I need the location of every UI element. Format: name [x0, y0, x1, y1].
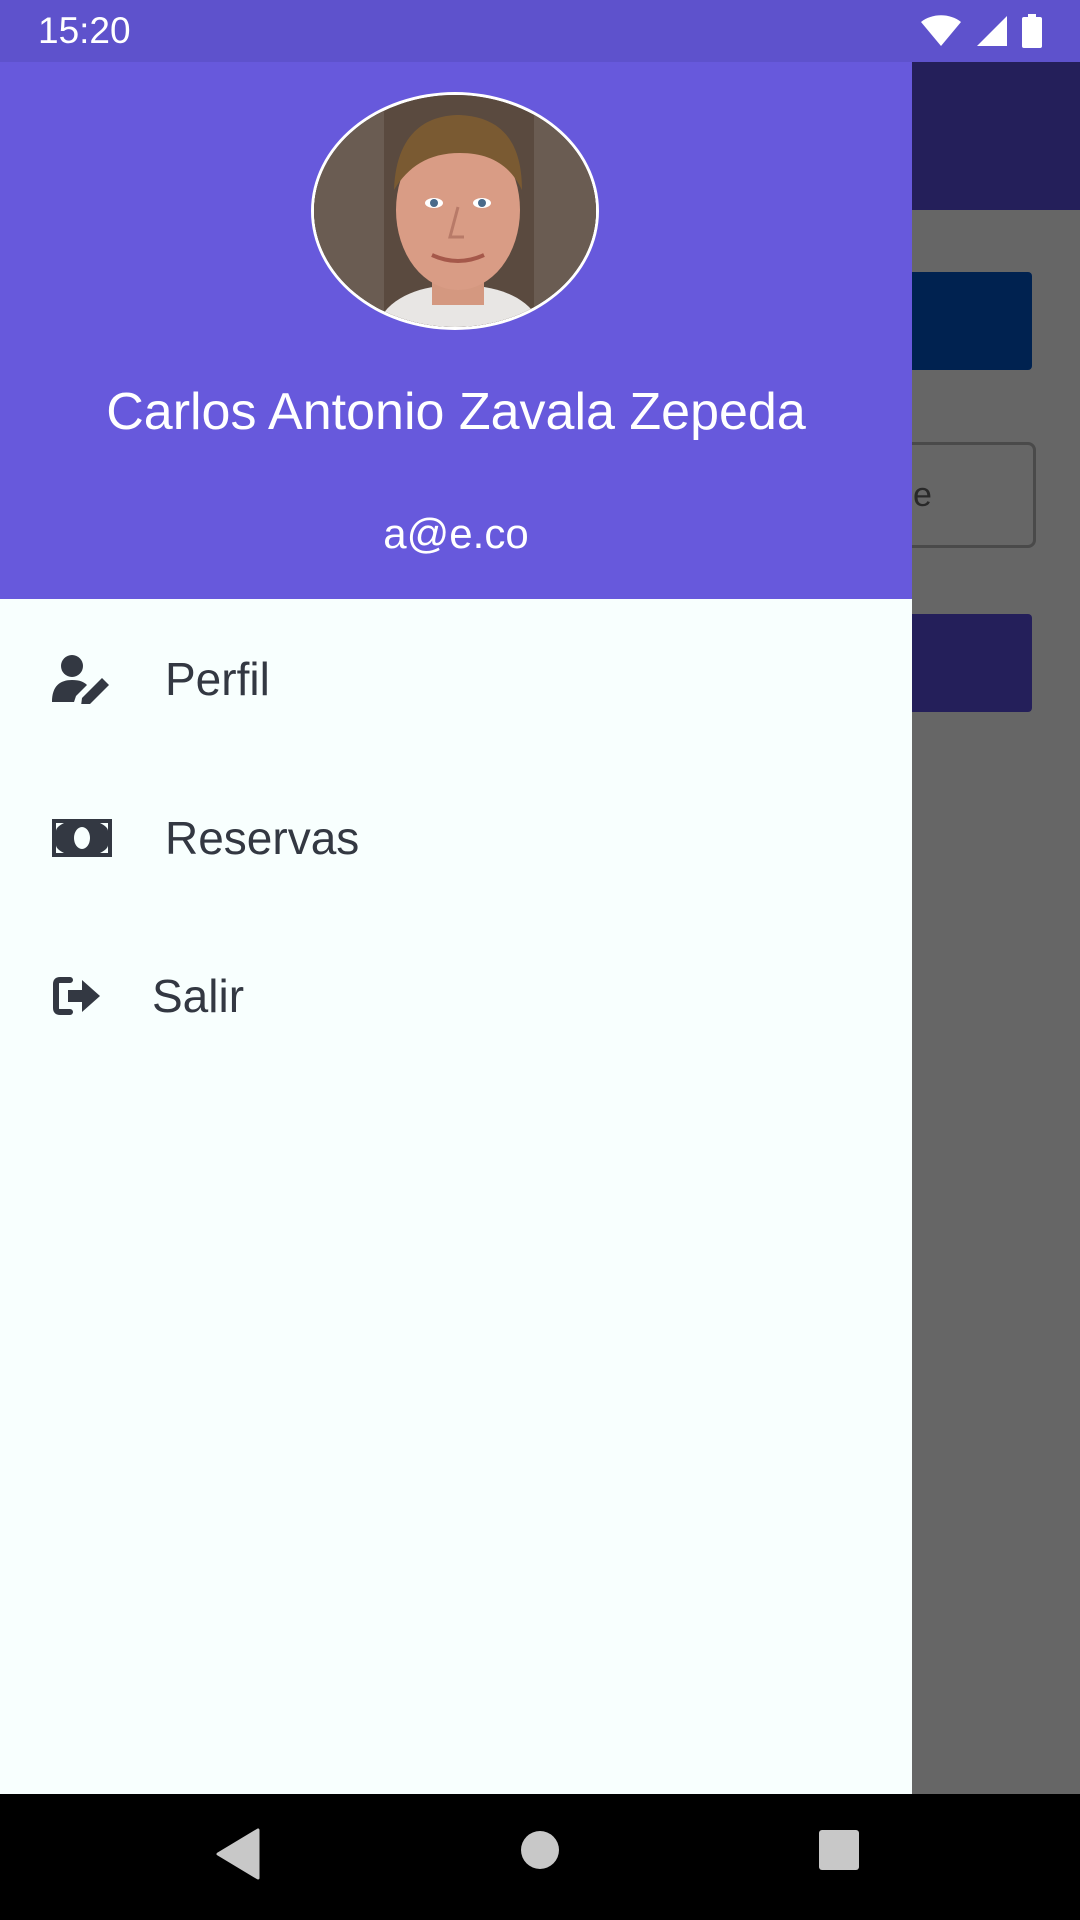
menu-item-label: Salir	[152, 970, 245, 1022]
drawer-menu: Perfil Reservas Salir	[0, 599, 912, 1075]
navigation-bar	[0, 1794, 1080, 1920]
battery-icon	[1022, 14, 1042, 48]
user-avatar[interactable]	[311, 92, 599, 330]
user-edit-icon	[52, 651, 112, 707]
navigation-drawer: Carlos Antonio Zavala Zepeda a@e.co Perf…	[0, 62, 912, 1794]
menu-item-label: Perfil	[165, 653, 270, 705]
menu-item-label: Reservas	[165, 812, 360, 864]
recents-icon[interactable]	[818, 1828, 860, 1880]
home-icon[interactable]	[520, 1828, 560, 1880]
wifi-icon	[921, 15, 961, 46]
status-bar: 15:20	[0, 0, 1080, 62]
user-name: Carlos Antonio Zavala Zepeda	[106, 383, 806, 441]
status-icons	[920, 14, 1042, 48]
drawer-header: Carlos Antonio Zavala Zepeda a@e.co	[0, 62, 912, 599]
back-icon[interactable]	[216, 1828, 260, 1880]
sign-out-icon	[52, 968, 112, 1024]
menu-item-reservas[interactable]: Reservas	[0, 759, 912, 917]
menu-item-salir[interactable]: Salir	[0, 917, 912, 1075]
money-bill-icon	[52, 810, 112, 866]
user-email: a@e.co	[383, 510, 529, 557]
status-time: 15:20	[38, 10, 131, 51]
menu-item-perfil[interactable]: Perfil	[0, 599, 912, 759]
signal-icon	[977, 16, 1007, 46]
avatar-photo-icon	[314, 95, 596, 327]
